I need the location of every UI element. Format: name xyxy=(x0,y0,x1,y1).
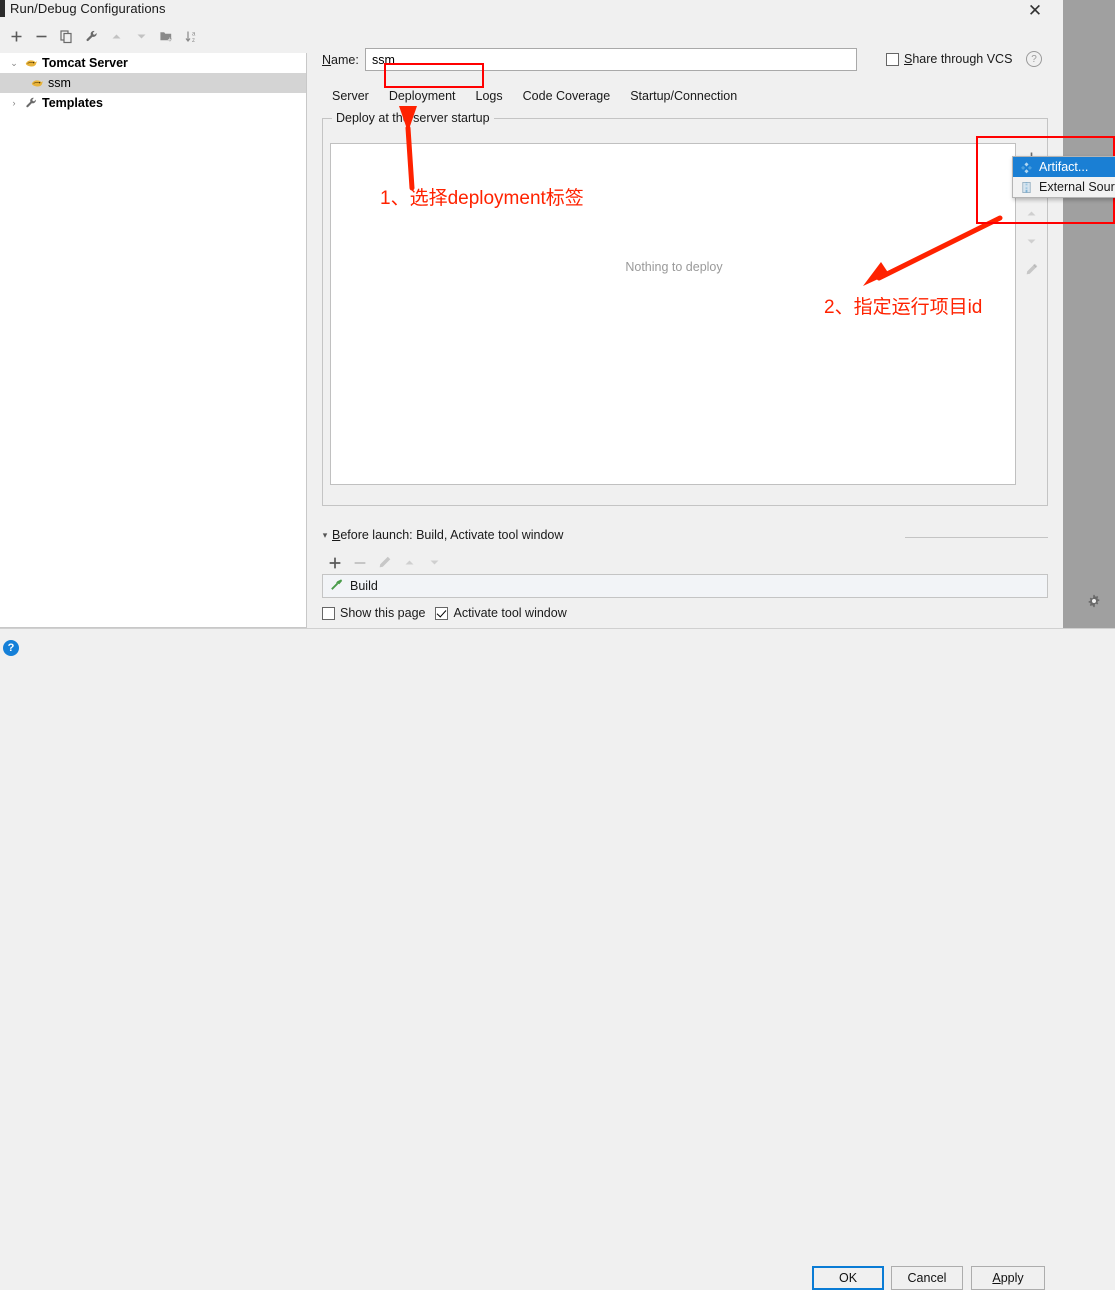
app-root: Run/Debug Configurations ✕ a z ⌄ Tomcat … xyxy=(0,0,1115,1290)
checkbox-box[interactable] xyxy=(322,606,335,620)
titlebar-accent xyxy=(0,0,5,17)
tree-item-label: Tomcat Server xyxy=(42,56,128,70)
cancel-button[interactable]: Cancel xyxy=(891,1266,963,1290)
move-before-launch-task-up-button[interactable] xyxy=(397,550,422,575)
before-launch-divider xyxy=(905,537,1048,538)
tree-item-label: Templates xyxy=(42,96,103,110)
before-launch-toolbar xyxy=(322,550,447,575)
before-launch-task-build[interactable]: Build xyxy=(322,574,1048,598)
activate-tool-window-label: Activate tool window xyxy=(453,606,567,620)
move-down-button[interactable] xyxy=(129,24,154,49)
tab-code-coverage[interactable]: Code Coverage xyxy=(513,86,621,106)
chevron-right-icon[interactable]: › xyxy=(6,93,22,113)
move-before-launch-task-down-button[interactable] xyxy=(422,550,447,575)
show-this-page-label: Show this page xyxy=(340,606,426,620)
tomcat-icon xyxy=(22,54,40,72)
run-debug-configurations-dialog: Run/Debug Configurations ✕ a z ⌄ Tomcat … xyxy=(0,0,1063,668)
before-launch-task-label: Build xyxy=(350,579,378,593)
share-through-vcs-label: Share through VCS xyxy=(904,52,1012,66)
configurations-toolbar: a z xyxy=(0,20,310,53)
configurations-tree: ⌄ Tomcat Server ssm › Templates xyxy=(0,53,306,113)
add-before-launch-task-button[interactable] xyxy=(322,550,347,575)
configuration-editor-pane: Name: Share through VCS ? Server Deploym… xyxy=(308,20,1063,628)
add-configuration-button[interactable] xyxy=(4,24,29,49)
chevron-down-icon[interactable]: ⌄ xyxy=(6,53,22,73)
apply-button[interactable]: Apply xyxy=(971,1266,1045,1290)
name-input[interactable] xyxy=(365,48,857,71)
hammer-icon xyxy=(329,577,344,595)
nothing-to-deploy-text: Nothing to deploy xyxy=(625,260,723,274)
archive-icon xyxy=(1017,179,1035,195)
menu-item-label: Artifact... xyxy=(1039,160,1089,174)
move-artifact-up-button[interactable] xyxy=(1016,199,1047,227)
collapse-triangle-icon[interactable]: ▾ xyxy=(318,530,332,541)
edit-before-launch-task-pencil-icon[interactable] xyxy=(372,550,397,575)
deploy-at-server-startup-title: Deploy at the server startup xyxy=(332,111,494,125)
deployment-artifacts-list[interactable]: Nothing to deploy xyxy=(330,143,1016,485)
checkbox-box[interactable] xyxy=(435,606,449,620)
configuration-tabs: Server Deployment Logs Code Coverage Sta… xyxy=(322,83,747,109)
new-folder-button[interactable] xyxy=(154,24,179,49)
apply-mnemonic: A xyxy=(992,1271,1001,1285)
svg-text:a: a xyxy=(192,32,196,38)
tab-logs[interactable]: Logs xyxy=(466,86,513,106)
before-launch-label: Before launch: Build, Activate tool wind… xyxy=(332,528,563,542)
show-this-page-checkbox[interactable]: Show this page xyxy=(322,606,425,620)
dialog-bottom-bar: ? OK Cancel Apply xyxy=(0,628,1115,1290)
checkbox-box[interactable] xyxy=(886,52,899,66)
ok-button[interactable]: OK xyxy=(812,1266,884,1290)
menu-item-artifact[interactable]: Artifact... xyxy=(1013,157,1115,177)
name-label-mnemonic: N xyxy=(322,53,332,67)
background-editor-area xyxy=(1063,0,1115,668)
menu-item-label: External Source... xyxy=(1039,180,1115,194)
add-artifact-popup-menu: Artifact... External Source... xyxy=(1012,156,1115,198)
tree-item-ssm[interactable]: ssm xyxy=(0,73,306,93)
tree-item-tomcat-server[interactable]: ⌄ Tomcat Server xyxy=(0,53,306,73)
remove-configuration-button[interactable] xyxy=(29,24,54,49)
before-launch-header[interactable]: ▾ Before launch: Build, Activate tool wi… xyxy=(318,528,564,542)
tab-deployment[interactable]: Deployment xyxy=(379,86,466,106)
name-label-rest: ame: xyxy=(331,53,359,67)
tab-server[interactable]: Server xyxy=(322,86,379,106)
dialog-titlebar: Run/Debug Configurations ✕ xyxy=(0,0,1063,21)
bottom-checkboxes: Show this page Activate tool window xyxy=(322,606,567,620)
tomcat-icon xyxy=(28,74,46,92)
tree-item-label: ssm xyxy=(48,76,71,90)
activate-tool-window-checkbox[interactable]: Activate tool window xyxy=(435,606,567,620)
menu-item-external-source[interactable]: External Source... xyxy=(1013,177,1115,197)
edit-templates-wrench-button[interactable] xyxy=(79,24,104,49)
tab-startup-connection[interactable]: Startup/Connection xyxy=(620,86,747,106)
gear-icon[interactable] xyxy=(1084,591,1104,611)
sort-alphabetically-button[interactable]: a z xyxy=(179,24,204,49)
before-launch-rest: efore launch: Build, Activate tool windo… xyxy=(340,528,564,542)
name-label: Name: xyxy=(322,53,359,67)
copy-configuration-button[interactable] xyxy=(54,24,79,49)
dialog-title: Run/Debug Configurations xyxy=(10,1,166,16)
share-rest: hare through VCS xyxy=(912,52,1013,66)
svg-text:z: z xyxy=(192,38,195,44)
vcs-help-icon[interactable]: ? xyxy=(1026,51,1042,67)
remove-before-launch-task-button[interactable] xyxy=(347,550,372,575)
share-through-vcs-checkbox[interactable]: Share through VCS xyxy=(886,52,1012,66)
configurations-pane: a z ⌄ Tomcat Server ssm › Templates xyxy=(0,20,310,628)
move-artifact-down-button[interactable] xyxy=(1016,227,1047,255)
wrench-icon xyxy=(22,94,40,112)
move-up-button[interactable] xyxy=(104,24,129,49)
edit-artifact-pencil-icon[interactable] xyxy=(1016,255,1047,283)
artifact-icon xyxy=(1017,159,1035,175)
tree-item-templates[interactable]: › Templates xyxy=(0,93,306,113)
help-icon[interactable]: ? xyxy=(3,640,19,656)
apply-rest: pply xyxy=(1000,1271,1024,1285)
